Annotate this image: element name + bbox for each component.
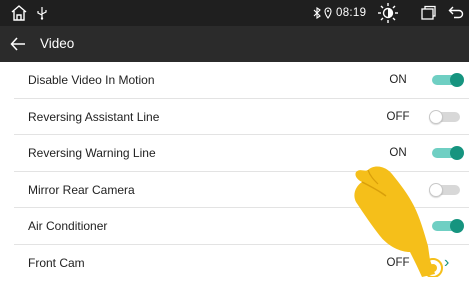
setting-label: Reversing Assistant Line — [28, 109, 160, 124]
arrow-left-icon[interactable] — [6, 32, 30, 56]
title-bar: Video — [0, 26, 469, 62]
page-title: Video — [40, 36, 75, 51]
toggle-switch-on[interactable] — [429, 146, 467, 161]
setting-label: Mirror Rear Camera — [28, 182, 135, 197]
setting-label: Air Conditioner — [28, 219, 108, 234]
setting-label: Front Cam — [28, 255, 85, 270]
setting-row-reversing-warning-line[interactable]: Reversing Warning Line ON — [14, 135, 469, 172]
return-icon[interactable] — [446, 0, 466, 26]
setting-row-front-cam[interactable]: Front Cam OFF › — [14, 245, 469, 282]
setting-row-reversing-assistant-line[interactable]: Reversing Assistant Line OFF — [14, 99, 469, 136]
setting-row-air-conditioner[interactable]: Air Conditioner — [14, 208, 469, 245]
usb-icon — [34, 0, 50, 26]
setting-value: OFF — [386, 110, 410, 123]
status-bar: 08:19 — [0, 0, 469, 26]
brightness-icon[interactable] — [375, 0, 401, 26]
toggle-switch-off[interactable] — [429, 109, 467, 125]
setting-row-disable-video-in-motion[interactable]: Disable Video In Motion ON — [14, 62, 469, 99]
status-time: 08:19 — [336, 7, 367, 19]
setting-value: ON — [389, 74, 407, 86]
chevron-right-icon[interactable]: › — [444, 245, 449, 281]
bluetooth-icon — [312, 0, 322, 26]
setting-label: Reversing Warning Line — [28, 146, 156, 161]
location-icon — [323, 0, 333, 26]
toggle-switch-off[interactable] — [429, 182, 467, 198]
setting-label: Disable Video In Motion — [28, 73, 155, 87]
toggle-switch-on[interactable] — [429, 73, 467, 88]
setting-row-mirror-rear-camera[interactable]: Mirror Rear Camera — [14, 172, 469, 209]
toggle-switch-on[interactable] — [429, 219, 467, 234]
setting-value: OFF — [386, 256, 410, 269]
recent-apps-icon[interactable] — [417, 0, 439, 26]
settings-list: Disable Video In Motion ON Reversing Ass… — [14, 62, 469, 282]
home-icon[interactable] — [8, 0, 30, 26]
setting-value: ON — [389, 147, 407, 160]
